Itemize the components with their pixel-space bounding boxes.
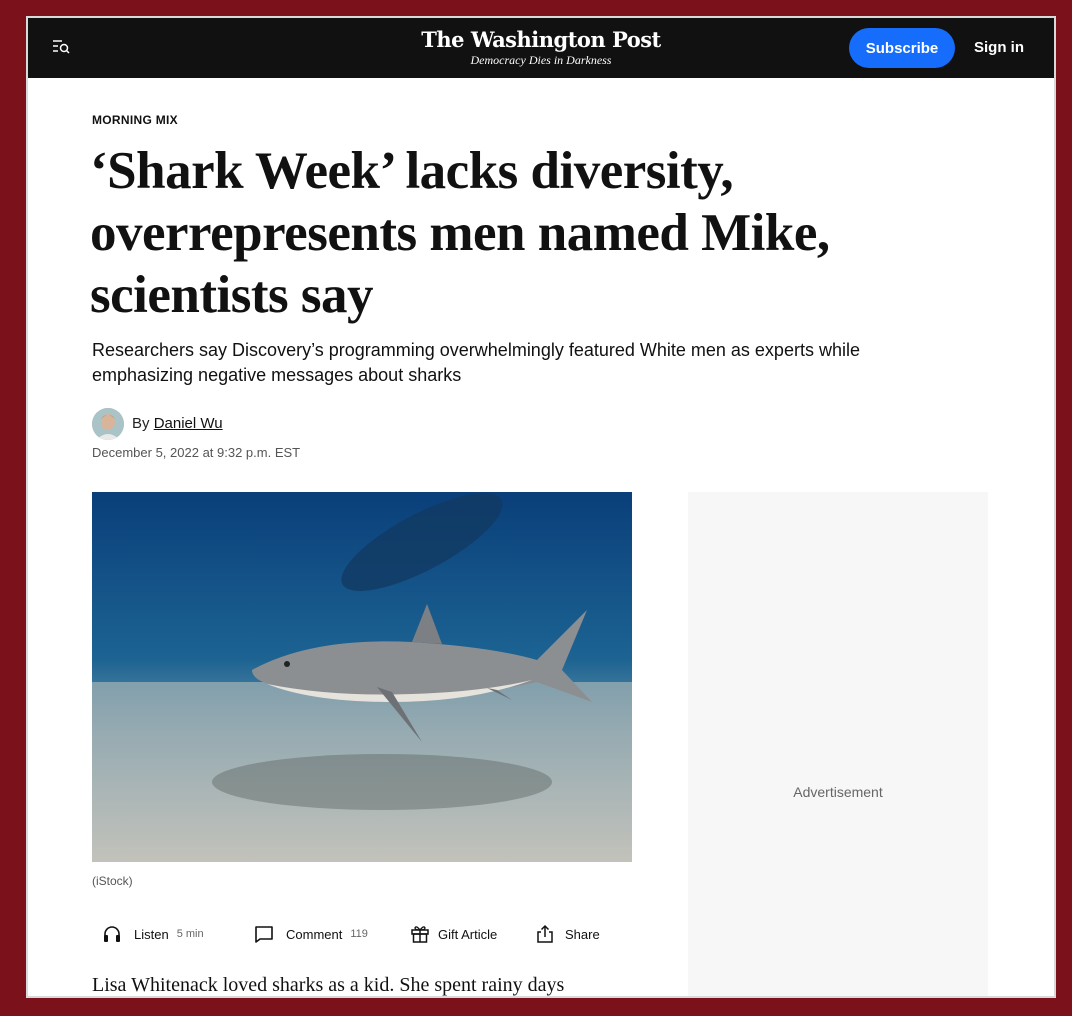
page-frame: The Washington Post Democracy Dies in Da… bbox=[26, 16, 1056, 998]
share-label: Share bbox=[565, 926, 600, 942]
article-body-first-line: Lisa Whitenack loved sharks as a kid. Sh… bbox=[92, 974, 565, 996]
listen-duration: 5 min bbox=[176, 928, 204, 940]
advertisement-label: Advertisement bbox=[793, 784, 883, 800]
comment-button[interactable]: Comment 119 bbox=[254, 922, 368, 946]
comment-count: 119 bbox=[350, 928, 368, 940]
publish-date: December 5, 2022 at 9:32 p.m. EST bbox=[92, 445, 301, 460]
top-navigation-bar: The Washington Post Democracy Dies in Da… bbox=[28, 18, 1054, 78]
subscribe-button[interactable]: Subscribe bbox=[849, 28, 955, 68]
article-headline: ‘Shark Week’ lacks diversity, overrepres… bbox=[90, 142, 830, 324]
article-subheadline: Researchers say Discovery’s programming … bbox=[92, 340, 860, 385]
byline-prefix: By bbox=[132, 415, 150, 432]
headphones-icon bbox=[104, 926, 120, 942]
byline: By Daniel Wu bbox=[132, 415, 223, 432]
article-action-bar: Listen 5 min Comment 119 Gift Article Sh… bbox=[92, 922, 652, 946]
comment-label: Comment bbox=[286, 926, 343, 942]
comment-icon bbox=[255, 926, 273, 943]
share-button[interactable]: Share bbox=[535, 922, 600, 946]
image-caption: (iStock) bbox=[92, 874, 133, 888]
gift-icon bbox=[411, 926, 429, 943]
share-icon bbox=[537, 924, 553, 943]
sign-in-link[interactable]: Sign in bbox=[974, 28, 1024, 68]
hero-image bbox=[92, 492, 632, 862]
gift-article-button[interactable]: Gift Article bbox=[410, 922, 497, 946]
listen-label: Listen bbox=[134, 926, 169, 942]
listen-button[interactable]: Listen 5 min bbox=[102, 922, 204, 946]
author-link[interactable]: Daniel Wu bbox=[154, 415, 223, 432]
author-avatar[interactable] bbox=[92, 408, 124, 440]
advertisement-slot[interactable]: Advertisement bbox=[688, 492, 988, 996]
section-kicker[interactable]: MORNING MIX bbox=[92, 113, 178, 127]
gift-article-label: Gift Article bbox=[438, 926, 498, 942]
